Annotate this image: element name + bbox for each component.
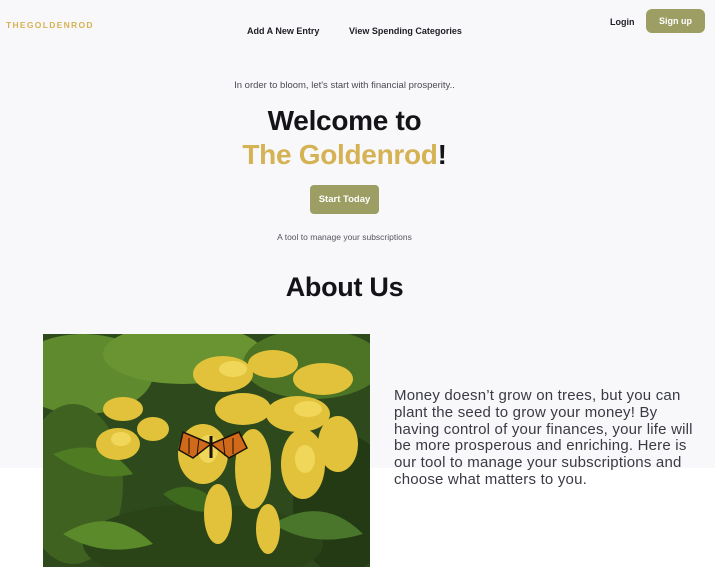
hero-tagline: In order to bloom, let's start with fina… — [234, 80, 455, 91]
hero-subtext: A tool to manage your subscriptions — [277, 232, 412, 242]
page: THEGOLDENROD Add A New Entry View Spendi… — [0, 0, 715, 573]
login-link[interactable]: Login — [610, 17, 635, 27]
about-description: Money doesn’t grow on trees, but you can… — [394, 387, 693, 488]
signup-button[interactable]: Sign up — [646, 9, 705, 33]
goldenrod-butterfly-image — [43, 334, 370, 567]
nav-view-categories-link[interactable]: View Spending Categories — [349, 26, 462, 36]
hero-title-line1: Welcome to — [267, 105, 422, 136]
hero-title-brand: The Goldenrod — [242, 139, 438, 170]
about-title: About Us — [285, 272, 404, 302]
start-today-button[interactable]: Start Today — [310, 185, 379, 214]
hero-title: Welcome to The Goldenrod! — [0, 104, 689, 172]
nav-add-entry-link[interactable]: Add A New Entry — [247, 26, 319, 36]
brand-logo[interactable]: THEGOLDENROD — [6, 20, 94, 30]
hero-title-exclaim: ! — [437, 139, 447, 170]
